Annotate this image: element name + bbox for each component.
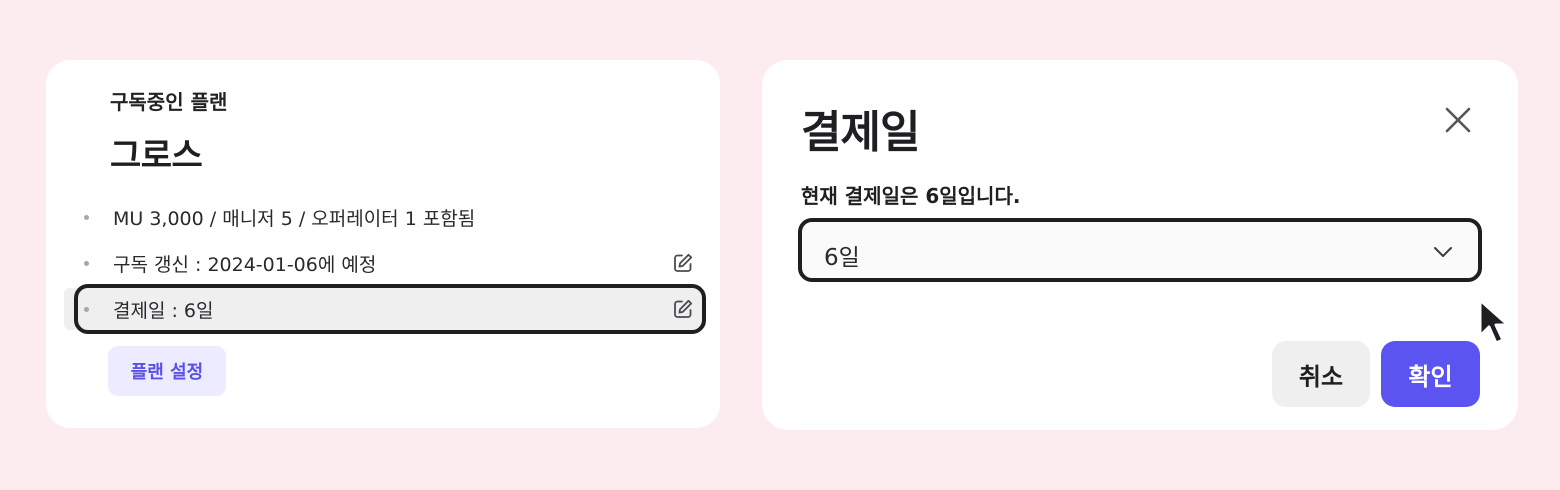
plan-detail-text: MU 3,000 / 매니저 5 / 오퍼레이터 1 포함됨 bbox=[113, 207, 476, 230]
plan-detail-text: 결제일 : 6일 bbox=[113, 299, 214, 322]
billing-day-select[interactable]: 6일 bbox=[798, 218, 1482, 282]
plan-detail-text: 구독 갱신 : 2024-01-06에 예정 bbox=[113, 253, 377, 276]
plan-detail-billing-day[interactable]: 결제일 : 6일 bbox=[46, 284, 720, 334]
chevron-down-icon bbox=[1432, 241, 1454, 263]
edit-renewal-pencil-icon[interactable] bbox=[672, 252, 694, 274]
plan-detail-included-seats: MU 3,000 / 매니저 5 / 오퍼레이터 1 포함됨 bbox=[46, 194, 720, 240]
subscribed-plan-label: 구독중인 플랜 bbox=[110, 90, 228, 114]
plan-detail-renewal: 구독 갱신 : 2024-01-06에 예정 bbox=[46, 240, 720, 286]
billing-day-select-value: 6일 bbox=[824, 245, 860, 271]
close-icon[interactable] bbox=[1442, 104, 1474, 136]
bullet-dot bbox=[84, 215, 89, 220]
plan-details-list: MU 3,000 / 매니저 5 / 오퍼레이터 1 포함됨 구독 갱신 : 2… bbox=[46, 194, 720, 334]
cancel-button[interactable]: 취소 bbox=[1272, 341, 1370, 407]
plan-name: 그로스 bbox=[110, 136, 203, 176]
plan-settings-button[interactable]: 플랜 설정 bbox=[108, 346, 226, 396]
bullet-dot bbox=[84, 261, 89, 266]
bullet-dot bbox=[84, 307, 89, 312]
dialog-title: 결제일 bbox=[801, 107, 920, 158]
billing-day-dialog: 결제일 현재 결제일은 6일입니다. 6일 취소 확인 bbox=[762, 60, 1518, 430]
subscription-plan-card: 구독중인 플랜 그로스 MU 3,000 / 매니저 5 / 오퍼레이터 1 포… bbox=[46, 60, 720, 428]
current-billing-day-text: 현재 결제일은 6일입니다. bbox=[801, 184, 1021, 208]
mouse-pointer-icon bbox=[1474, 296, 1514, 348]
confirm-button[interactable]: 확인 bbox=[1381, 341, 1480, 407]
edit-billing-day-pencil-icon[interactable] bbox=[672, 298, 694, 320]
